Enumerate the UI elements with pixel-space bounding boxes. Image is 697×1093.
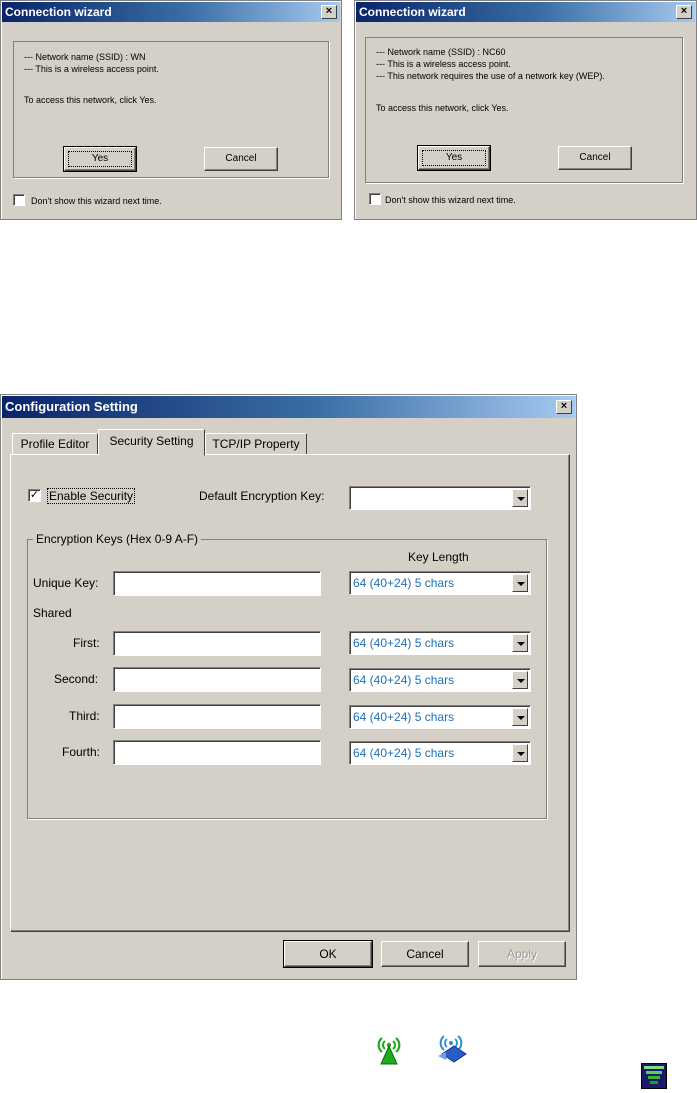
focus-rect bbox=[422, 150, 486, 166]
cancel-button[interactable]: Cancel bbox=[381, 941, 469, 967]
fourth-key-label: Fourth: bbox=[62, 745, 101, 759]
window-title: Connection wizard bbox=[5, 5, 112, 19]
ok-button[interactable]: OK bbox=[283, 940, 373, 968]
close-icon[interactable]: × bbox=[556, 400, 572, 414]
third-key-label: Third: bbox=[69, 709, 100, 723]
dont-show-checkbox[interactable] bbox=[369, 193, 381, 205]
unique-key-length-select[interactable]: 64 (40+24) 5 chars bbox=[349, 571, 531, 595]
key-length-header: Key Length bbox=[408, 550, 469, 564]
third-key-length-select[interactable]: 64 (40+24) 5 chars bbox=[349, 705, 531, 729]
default-key-select[interactable] bbox=[349, 486, 531, 510]
message-line: --- Network name (SSID) : WN bbox=[24, 52, 146, 62]
message-group: --- Network name (SSID) : WN --- This is… bbox=[13, 41, 329, 178]
enable-security-label: Enable Security bbox=[47, 488, 136, 504]
tab-tcpip-property[interactable]: TCP/IP Property bbox=[205, 433, 307, 455]
dont-show-checkbox[interactable] bbox=[13, 194, 25, 206]
title-bar: Connection wizard × bbox=[356, 2, 695, 22]
close-icon[interactable]: × bbox=[676, 5, 692, 19]
cancel-button-label: Cancel bbox=[406, 947, 444, 961]
cancel-button-label: Cancel bbox=[579, 152, 611, 163]
third-key-length-value: 64 (40+24) 5 chars bbox=[353, 710, 455, 724]
message-line: --- This network requires the use of a n… bbox=[376, 71, 605, 81]
window-title: Configuration Setting bbox=[5, 399, 138, 414]
first-key-input[interactable] bbox=[113, 631, 321, 656]
tab-panel: ✓ Enable Security Default Encryption Key… bbox=[10, 454, 570, 932]
unique-key-label: Unique Key: bbox=[33, 576, 99, 590]
chevron-down-icon[interactable] bbox=[512, 708, 528, 726]
message-line: --- Network name (SSID) : NC60 bbox=[376, 47, 506, 57]
second-key-length-select[interactable]: 64 (40+24) 5 chars bbox=[349, 668, 531, 692]
chevron-down-icon[interactable] bbox=[512, 671, 528, 689]
tab-security-setting[interactable]: Security Setting bbox=[98, 429, 205, 456]
chevron-down-icon[interactable] bbox=[512, 489, 528, 507]
unique-key-length-value: 64 (40+24) 5 chars bbox=[353, 576, 455, 590]
chevron-down-icon[interactable] bbox=[512, 744, 528, 762]
third-key-input[interactable] bbox=[113, 704, 321, 729]
enable-security-checkbox[interactable]: ✓ bbox=[28, 489, 41, 502]
message-line: To access this network, click Yes. bbox=[24, 95, 157, 105]
message-group: --- Network name (SSID) : NC60 --- This … bbox=[365, 37, 683, 183]
shared-label: Shared bbox=[33, 606, 72, 620]
network-scan-icon bbox=[438, 1035, 467, 1063]
cancel-button[interactable]: Cancel bbox=[558, 146, 632, 170]
title-bar: Connection wizard × bbox=[2, 2, 340, 22]
message-line: --- This is a wireless access point. bbox=[376, 59, 511, 69]
apply-button-label: Apply bbox=[506, 947, 538, 961]
dont-show-label: Don't show this wizard next time. bbox=[385, 195, 516, 205]
connection-wizard-left: Connection wizard × --- Network name (SS… bbox=[0, 0, 342, 220]
signal-strength-icon bbox=[641, 1063, 667, 1089]
chevron-down-icon[interactable] bbox=[512, 634, 528, 652]
first-key-label: First: bbox=[73, 636, 100, 650]
second-key-label: Second: bbox=[54, 672, 99, 686]
second-key-input[interactable] bbox=[113, 667, 321, 692]
cancel-button[interactable]: Cancel bbox=[204, 147, 278, 171]
title-bar: Configuration Setting × bbox=[2, 396, 575, 418]
cancel-button-label: Cancel bbox=[225, 153, 257, 164]
tab-profile-editor[interactable]: Profile Editor bbox=[12, 433, 98, 455]
window-title: Connection wizard bbox=[359, 5, 466, 19]
ok-button-label: OK bbox=[319, 947, 337, 961]
configuration-setting-window: Configuration Setting × Profile Editor S… bbox=[0, 394, 577, 980]
signal-tower-icon bbox=[377, 1037, 401, 1065]
focus-rect bbox=[68, 151, 132, 167]
yes-button[interactable]: Yes bbox=[417, 145, 491, 171]
default-key-label: Default Encryption Key: bbox=[199, 489, 325, 503]
first-key-length-select[interactable]: 64 (40+24) 5 chars bbox=[349, 631, 531, 655]
close-icon[interactable]: × bbox=[321, 5, 337, 19]
second-key-length-value: 64 (40+24) 5 chars bbox=[353, 673, 455, 687]
apply-button[interactable]: Apply bbox=[478, 941, 566, 967]
first-key-length-value: 64 (40+24) 5 chars bbox=[353, 636, 455, 650]
message-line: To access this network, click Yes. bbox=[376, 103, 509, 113]
fourth-key-length-select[interactable]: 64 (40+24) 5 chars bbox=[349, 741, 531, 765]
dont-show-label: Don't show this wizard next time. bbox=[31, 196, 162, 206]
message-line: --- This is a wireless access point. bbox=[24, 64, 159, 74]
chevron-down-icon[interactable] bbox=[512, 574, 528, 592]
connection-wizard-right: Connection wizard × --- Network name (SS… bbox=[354, 0, 697, 220]
yes-button[interactable]: Yes bbox=[63, 146, 137, 172]
group-title: Encryption Keys (Hex 0-9 A-F) bbox=[33, 532, 202, 546]
fourth-key-input[interactable] bbox=[113, 740, 321, 765]
fourth-key-length-value: 64 (40+24) 5 chars bbox=[353, 746, 455, 760]
unique-key-input[interactable] bbox=[113, 571, 321, 596]
